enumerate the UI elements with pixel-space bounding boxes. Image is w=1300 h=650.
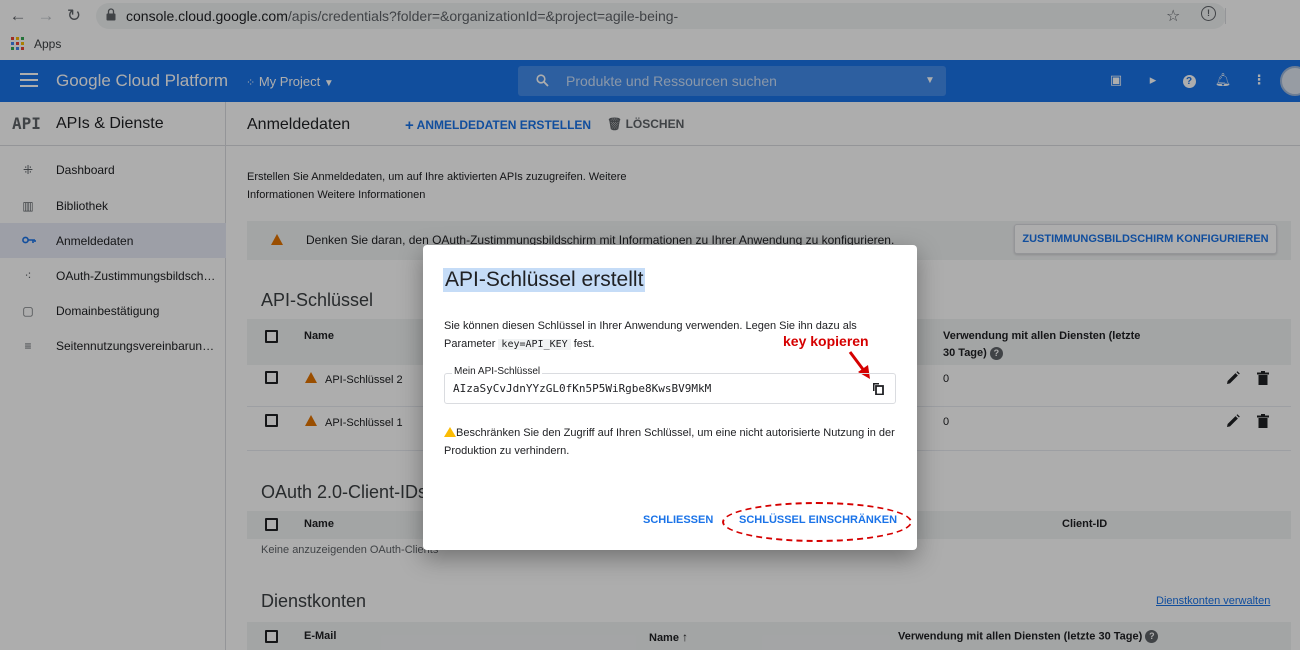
- annotation-copy-key: key kopieren: [783, 333, 869, 349]
- dialog-restrict-warning: Beschränken Sie den Zugriff auf Ihren Sc…: [444, 424, 896, 460]
- copy-icon[interactable]: [872, 382, 884, 395]
- dialog-title: API-Schlüssel erstellt: [443, 268, 646, 292]
- api-key-field-label: Mein API-Schlüssel: [452, 366, 543, 377]
- api-key-value[interactable]: AIzaSyCvJdnYYzGL0fKn5P5WiRgbe8KwsBV9MkM: [453, 382, 711, 395]
- dialog-param-code: key=API_KEY: [498, 339, 571, 350]
- dialog-warning-text: Beschränken Sie den Zugriff auf Ihren Sc…: [444, 427, 895, 457]
- warning-icon: [444, 427, 456, 437]
- dialog-text-after: fest.: [573, 338, 595, 350]
- close-button[interactable]: SCHLIESSEN: [643, 514, 713, 526]
- annotation-highlight-ellipse: [722, 502, 912, 542]
